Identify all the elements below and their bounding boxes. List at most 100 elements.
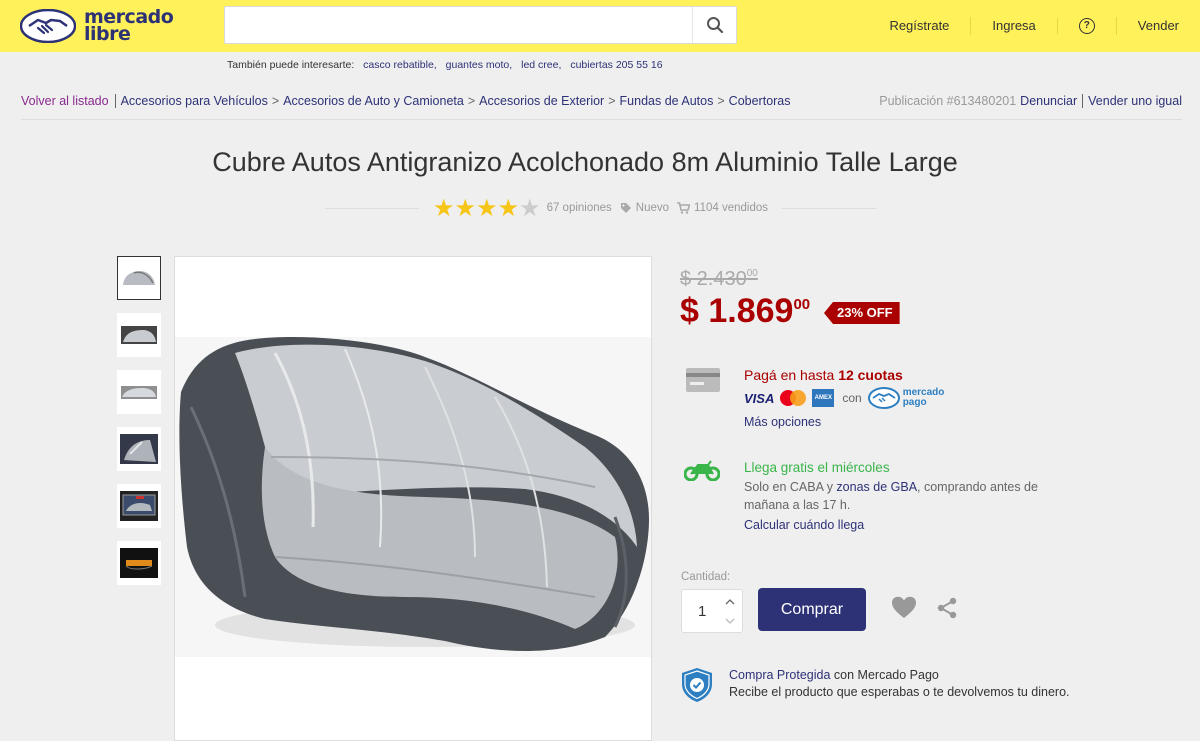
condition-label: Nuevo	[635, 202, 670, 214]
thumbnail[interactable]	[117, 484, 161, 528]
shield-icon	[682, 668, 712, 702]
breadcrumb-separator: >	[467, 94, 476, 108]
shipping-text: Solo en CABA y	[744, 480, 837, 494]
car-cover-thumbnail	[120, 320, 158, 350]
product-title: Cubre Autos Antigranizo Acolchonado 8m A…	[212, 147, 958, 177]
payment-info: Pagá en hasta 12 cuotas VISA AMEX con me…	[744, 367, 944, 429]
handshake-icon	[20, 9, 76, 43]
search-input[interactable]	[225, 7, 693, 43]
protected-purchase-link[interactable]: Compra Protegida	[729, 668, 830, 682]
search-suggestions: También puede interesarte: casco rebatib…	[227, 59, 663, 71]
star-empty-icon: ★	[519, 194, 541, 222]
suggestion-link[interactable]: led cree,	[521, 59, 561, 71]
shipping-info: Llega gratis el miércoles Solo en CABA y…	[744, 459, 1064, 534]
suggestion-link[interactable]: cubiertas 205 55 16	[570, 59, 662, 71]
car-cover-photo	[175, 257, 651, 740]
car-cover-thumbnail	[120, 434, 158, 464]
cart-icon	[677, 202, 691, 214]
product-main-image[interactable]	[174, 256, 652, 741]
breadcrumb-item[interactable]: Accesorios de Auto y Camioneta	[283, 94, 464, 108]
amex-icon: AMEX	[812, 389, 835, 407]
installments-text: Pagá en hasta 12 cuotas	[744, 367, 944, 383]
quantity-label: Cantidad:	[681, 571, 731, 583]
motorcycle-icon	[684, 460, 720, 481]
gba-zones-link[interactable]: zonas de GBA	[836, 480, 917, 494]
publication-actions: Publicación #613480201 Denunciar Vender …	[879, 94, 1182, 108]
calculate-delivery-link[interactable]: Calcular cuándo llega	[744, 516, 1064, 534]
breadcrumb-item[interactable]: Accesorios de Exterior	[479, 94, 604, 108]
report-link[interactable]: Denunciar	[1020, 94, 1077, 108]
with-label: con	[842, 391, 862, 405]
shipping-details: Solo en CABA y zonas de GBA, comprando a…	[744, 478, 1064, 514]
rating-summary[interactable]: ★ ★ ★ ★ ★ 67 opiniones Nuevo 1104 vendid…	[419, 196, 782, 220]
thumbnail-list	[117, 256, 161, 598]
car-cover-thumbnail	[120, 548, 158, 578]
share-icon[interactable]	[936, 597, 958, 619]
tag-icon	[620, 203, 631, 213]
quantity-value[interactable]: 1	[698, 603, 706, 620]
star-icon: ★	[432, 194, 455, 222]
payment-methods: VISA AMEX con mercado pago	[744, 387, 944, 409]
mercadopago-logo: mercado pago	[867, 387, 944, 409]
credit-card-icon	[686, 368, 720, 392]
sell-link[interactable]: Vender	[1115, 17, 1200, 35]
current-price: $ 1.86900	[680, 292, 810, 331]
back-to-listing-link[interactable]: Volver al listado	[21, 94, 116, 108]
header-nav: Regístrate Ingresa ? Vender	[868, 0, 1200, 52]
breadcrumb-item[interactable]: Accesorios para Vehículos	[121, 94, 268, 108]
heart-icon[interactable]	[891, 596, 917, 619]
protection-suffix: con Mercado Pago	[830, 668, 939, 682]
mastercard-icon	[780, 389, 808, 407]
sell-same-link[interactable]: Vender uno igual	[1088, 94, 1182, 108]
thumbnail[interactable]	[117, 370, 161, 414]
breadcrumb: Volver al listado Accesorios para Vehícu…	[21, 94, 1182, 108]
star-icon: ★	[454, 194, 477, 222]
original-price-value: $ 2.430	[680, 268, 747, 290]
car-cover-thumbnail	[120, 491, 158, 521]
more-payment-options-link[interactable]: Más opciones	[744, 415, 944, 429]
thumbnail[interactable]	[117, 256, 161, 300]
visa-icon: VISA	[744, 390, 775, 406]
star-icon: ★	[497, 194, 520, 222]
breadcrumb-item[interactable]: Fundas de Autos	[620, 94, 714, 108]
search-icon	[706, 17, 723, 34]
shipping-title: Llega gratis el miércoles	[744, 460, 890, 475]
chevron-down-icon[interactable]	[722, 612, 738, 630]
suggestions-label: También puede interesarte:	[227, 59, 355, 71]
quantity-stepper[interactable]: 1	[681, 589, 743, 633]
purchase-protection: Compra Protegida con Mercado Pago Recibe…	[729, 667, 1070, 701]
category-path: Accesorios para Vehículos > Accesorios de …	[121, 94, 791, 108]
publication-number: Publicación #613480201	[879, 94, 1017, 108]
sold-label: 1104 vendidos	[694, 202, 769, 214]
installments-prefix: Pagá en hasta	[744, 367, 839, 383]
car-cover-thumbnail	[120, 377, 158, 407]
chevron-up-icon[interactable]	[722, 593, 738, 611]
breadcrumb-item[interactable]: Cobertoras	[729, 94, 791, 108]
divider	[325, 207, 419, 209]
login-link[interactable]: Ingresa	[970, 17, 1056, 35]
thumbnail[interactable]	[117, 541, 161, 585]
suggestion-link[interactable]: casco rebatible,	[363, 59, 437, 71]
car-cover-thumbnail	[120, 263, 158, 293]
search-button[interactable]	[692, 7, 736, 43]
thumbnail[interactable]	[117, 313, 161, 357]
original-price: $ 2.43000	[680, 268, 758, 291]
suggestion-link[interactable]: guantes moto,	[446, 59, 513, 71]
mercadolibre-logo[interactable]: mercado libre	[20, 6, 174, 46]
thumbnail[interactable]	[117, 427, 161, 471]
register-link[interactable]: Regístrate	[868, 17, 970, 35]
reviews-count: 67 opiniones	[546, 202, 612, 214]
buy-button[interactable]: Comprar	[758, 588, 866, 631]
current-price-cents: 00	[793, 296, 811, 313]
handshake-icon	[867, 387, 900, 409]
breadcrumb-separator: >	[717, 94, 725, 108]
help-link[interactable]: ?	[1056, 18, 1116, 34]
divider	[782, 207, 876, 209]
protection-description: Recibe el producto que esperabas o te de…	[729, 685, 1070, 699]
breadcrumb-separator: >	[608, 94, 616, 108]
current-price-value: $ 1.869	[680, 292, 794, 330]
installments-count: 12 cuotas	[838, 367, 903, 383]
discount-badge: 23% OFF	[824, 302, 900, 324]
mercadopago-line2: pago	[902, 397, 927, 408]
sold-count: 1104 vendidos	[677, 202, 768, 214]
